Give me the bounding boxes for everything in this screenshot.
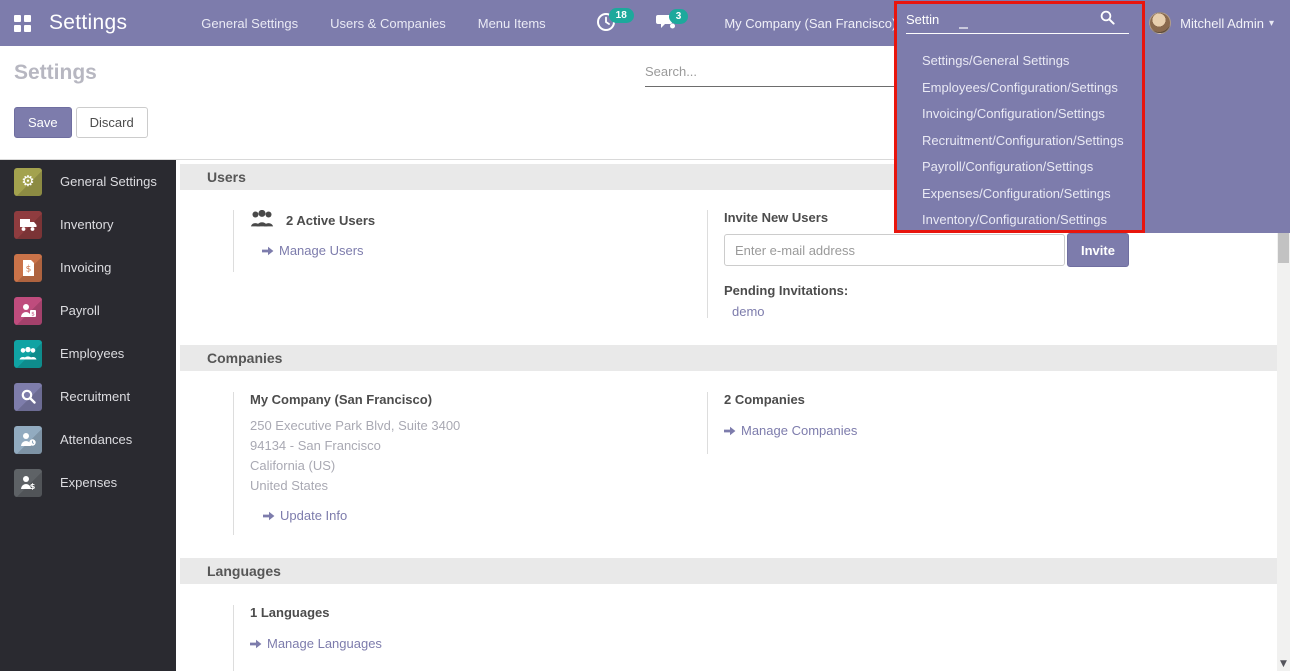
user-avatar — [1149, 12, 1171, 34]
sidebar-item-payroll[interactable]: $ Payroll — [0, 289, 176, 332]
search-result-item[interactable]: Recruitment/Configuration/Settings — [897, 128, 1290, 155]
languages-box: 1 Languages Manage Languages — [233, 605, 676, 671]
user-name: Mitchell Admin — [1180, 16, 1264, 31]
people-group-icon — [14, 340, 42, 368]
pending-invitations-label: Pending Invitations: — [724, 283, 1150, 298]
companies-count: 2 Companies — [724, 392, 1150, 407]
manage-languages-link[interactable]: Manage Languages — [250, 636, 382, 651]
search-result-item[interactable]: Payroll/Configuration/Settings — [897, 154, 1290, 181]
settings-content: Users 2 Active Users Manage Users Invi — [176, 160, 1290, 671]
sidebar-item-expenses[interactable]: $ Expenses — [0, 461, 176, 504]
svg-text:$: $ — [30, 482, 36, 490]
scrollbar-down-arrow[interactable]: ▼ — [1277, 659, 1290, 669]
arrow-right-icon — [724, 426, 736, 436]
menu-search-box[interactable]: Settin — [897, 0, 1145, 40]
person-clock-icon — [14, 426, 42, 454]
company-info-box: My Company (San Francisco) 250 Executive… — [233, 392, 676, 535]
svg-text:$: $ — [25, 264, 31, 274]
companies-count-box: 2 Companies Manage Companies — [707, 392, 1150, 454]
save-button[interactable]: Save — [14, 107, 72, 138]
search-result-item[interactable]: Employees/Configuration/Settings — [897, 75, 1290, 102]
gear-icon: ⚙ — [14, 168, 42, 196]
arrow-right-icon — [250, 639, 262, 649]
search-result-item[interactable]: Invoicing/Configuration/Settings — [897, 101, 1290, 128]
settings-sidebar: ⚙ General Settings Inventory $ Invoicing… — [0, 160, 176, 671]
text-cursor — [959, 27, 968, 29]
languages-count: 1 Languages — [250, 605, 676, 620]
sidebar-item-general-settings[interactable]: ⚙ General Settings — [0, 160, 176, 203]
arrow-right-icon — [262, 246, 274, 256]
menu-search-query[interactable]: Settin — [906, 12, 939, 27]
section-header-companies: Companies — [180, 345, 1277, 371]
apps-menu-icon[interactable] — [14, 15, 31, 32]
active-users-box: 2 Active Users Manage Users — [233, 210, 676, 272]
manage-users-link[interactable]: Manage Users — [262, 243, 364, 258]
search-icon[interactable] — [1100, 10, 1115, 28]
search-result-item[interactable]: Inventory/Configuration/Settings — [897, 207, 1290, 234]
section-header-languages: Languages — [180, 558, 1277, 584]
scrollbar-thumb[interactable] — [1278, 233, 1289, 263]
active-users-count: 2 Active Users — [286, 213, 375, 228]
update-info-link[interactable]: Update Info — [263, 508, 347, 523]
navbar-menu: General Settings Users & Companies Menu … — [189, 10, 557, 37]
discard-button[interactable]: Discard — [76, 107, 148, 138]
odoo-settings-screen: Settings General Settings Users & Compan… — [0, 0, 1290, 671]
messages-badge: 3 — [669, 9, 689, 24]
sidebar-item-attendances[interactable]: Attendances — [0, 418, 176, 461]
pending-invitation-demo-link[interactable]: demo — [732, 304, 765, 319]
menu-menu-items[interactable]: Menu Items — [466, 10, 558, 37]
sidebar-item-invoicing[interactable]: $ Invoicing — [0, 246, 176, 289]
breadcrumb-page-title: Settings — [14, 61, 97, 85]
form-buttons: Save Discard — [14, 107, 148, 138]
svg-text:$: $ — [31, 312, 35, 318]
sidebar-item-recruitment[interactable]: Recruitment — [0, 375, 176, 418]
search-result-item[interactable]: Expenses/Configuration/Settings — [897, 181, 1290, 208]
activity-badge: 18 — [609, 8, 634, 23]
person-paycheck-icon: $ — [14, 297, 42, 325]
magnifier-icon — [14, 383, 42, 411]
invite-button[interactable]: Invite — [1067, 233, 1129, 267]
users-group-icon — [250, 210, 286, 230]
messages-menu[interactable]: 3 — [656, 13, 689, 34]
menu-users-companies[interactable]: Users & Companies — [318, 10, 458, 37]
chevron-down-icon: ▾ — [1269, 18, 1274, 29]
invoice-document-icon: $ — [14, 254, 42, 282]
menu-search-results: Settings/General Settings Employees/Conf… — [897, 48, 1290, 234]
menu-general-settings[interactable]: General Settings — [189, 10, 310, 37]
invite-email-input[interactable] — [724, 234, 1065, 266]
sidebar-item-employees[interactable]: Employees — [0, 332, 176, 375]
person-dollar-icon: $ — [14, 469, 42, 497]
app-title[interactable]: Settings — [49, 11, 127, 35]
search-underline — [906, 33, 1129, 34]
activity-menu[interactable]: 18 — [596, 12, 634, 35]
systray: 18 3 My Company (San Francisco) ▾ — [596, 12, 910, 35]
company-name: My Company (San Francisco) — [250, 392, 676, 407]
arrow-right-icon — [263, 511, 275, 521]
user-menu[interactable]: Mitchell Admin ▾ — [1149, 0, 1290, 46]
search-result-item[interactable]: Settings/General Settings — [897, 48, 1290, 75]
sidebar-item-inventory[interactable]: Inventory — [0, 203, 176, 246]
company-switcher[interactable]: My Company (San Francisco) ▾ — [724, 16, 910, 31]
company-address: 250 Executive Park Blvd, Suite 3400 9413… — [250, 416, 676, 496]
delivery-truck-icon — [14, 211, 42, 239]
manage-companies-link[interactable]: Manage Companies — [724, 423, 857, 438]
